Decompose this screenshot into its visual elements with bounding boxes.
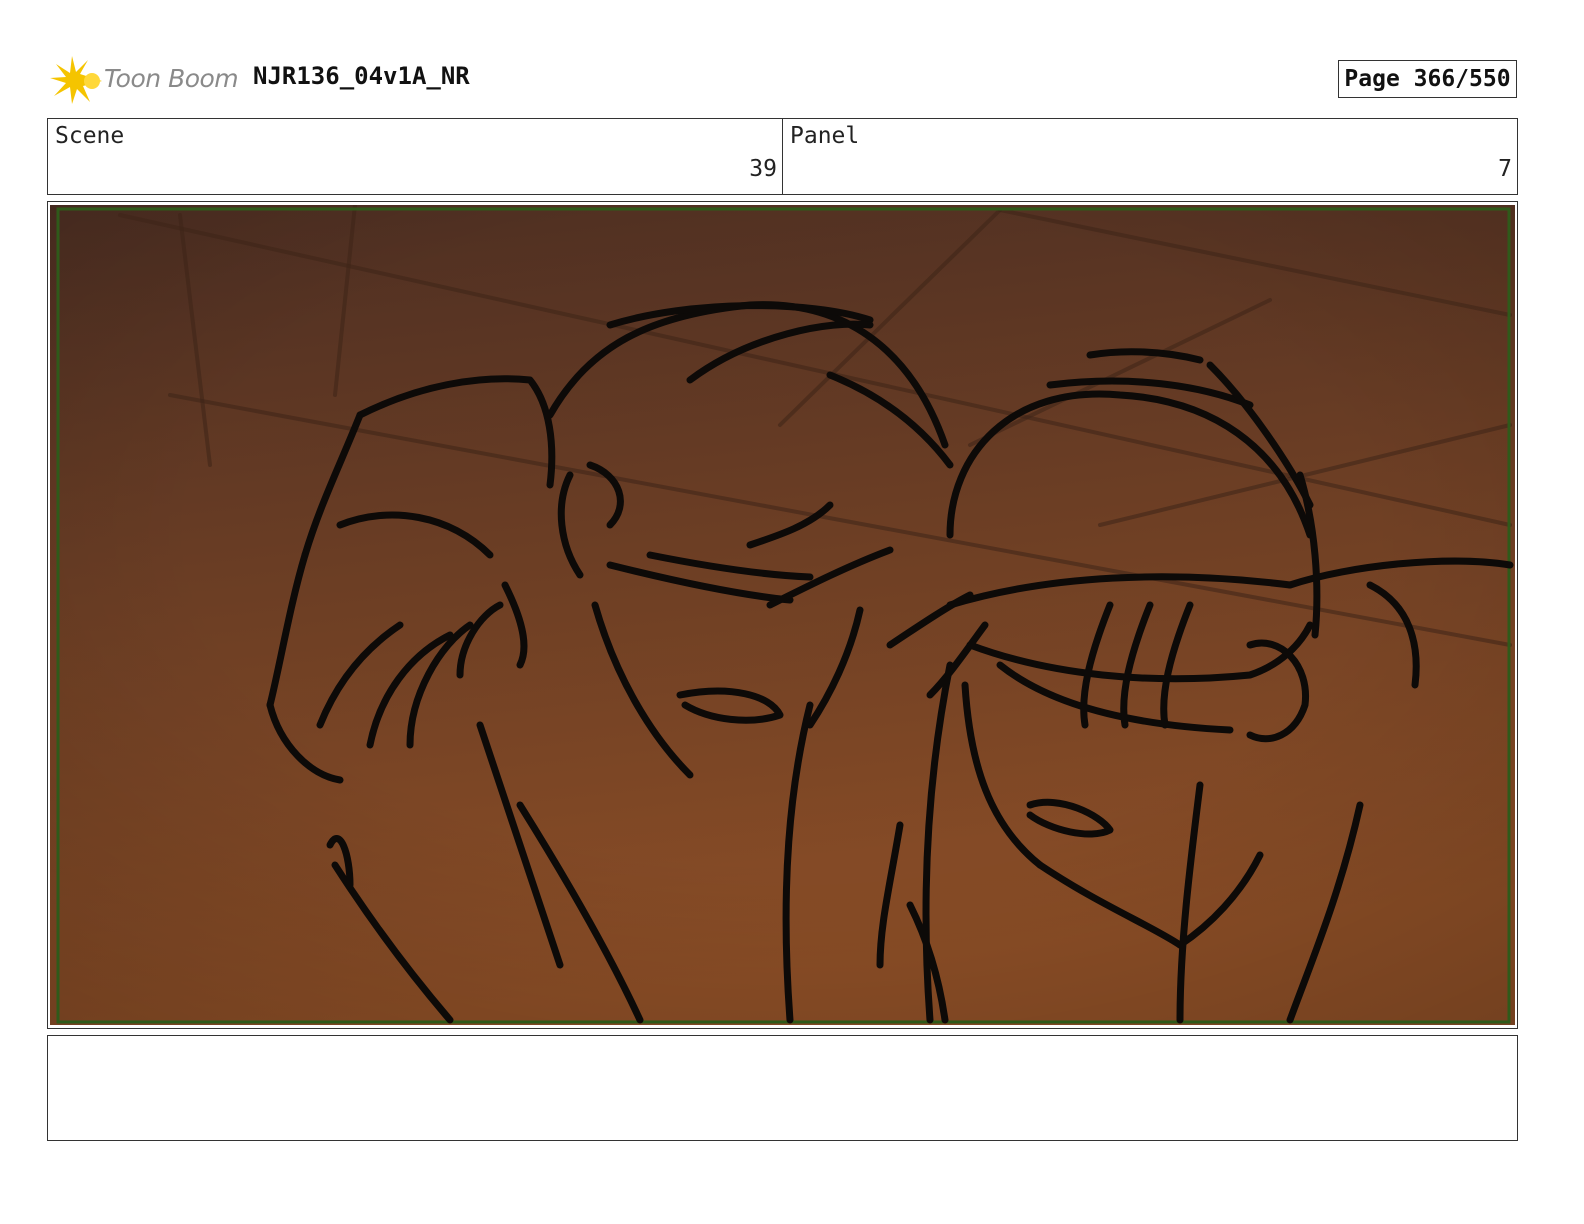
panel-label: Panel xyxy=(790,123,860,149)
scene-label: Scene xyxy=(55,123,125,149)
toon-boom-logo: Toon Boom xyxy=(50,56,240,106)
toon-boom-burst-icon xyxy=(50,56,102,104)
storyboard-panel-image xyxy=(50,205,1515,1025)
scene-cell: Scene 39 xyxy=(48,119,782,194)
panel-notes-area xyxy=(47,1035,1518,1141)
logo-text: Toon Boom xyxy=(104,64,239,93)
panel-cell: Panel 7 xyxy=(782,119,1517,194)
scene-panel-info: Scene 39 Panel 7 xyxy=(47,118,1518,195)
panel-value: 7 xyxy=(1498,156,1512,182)
scene-value: 39 xyxy=(749,156,777,182)
page-indicator: Page 366/550 xyxy=(1338,60,1517,98)
document-title: NJR136_04v1A_NR xyxy=(253,62,470,90)
